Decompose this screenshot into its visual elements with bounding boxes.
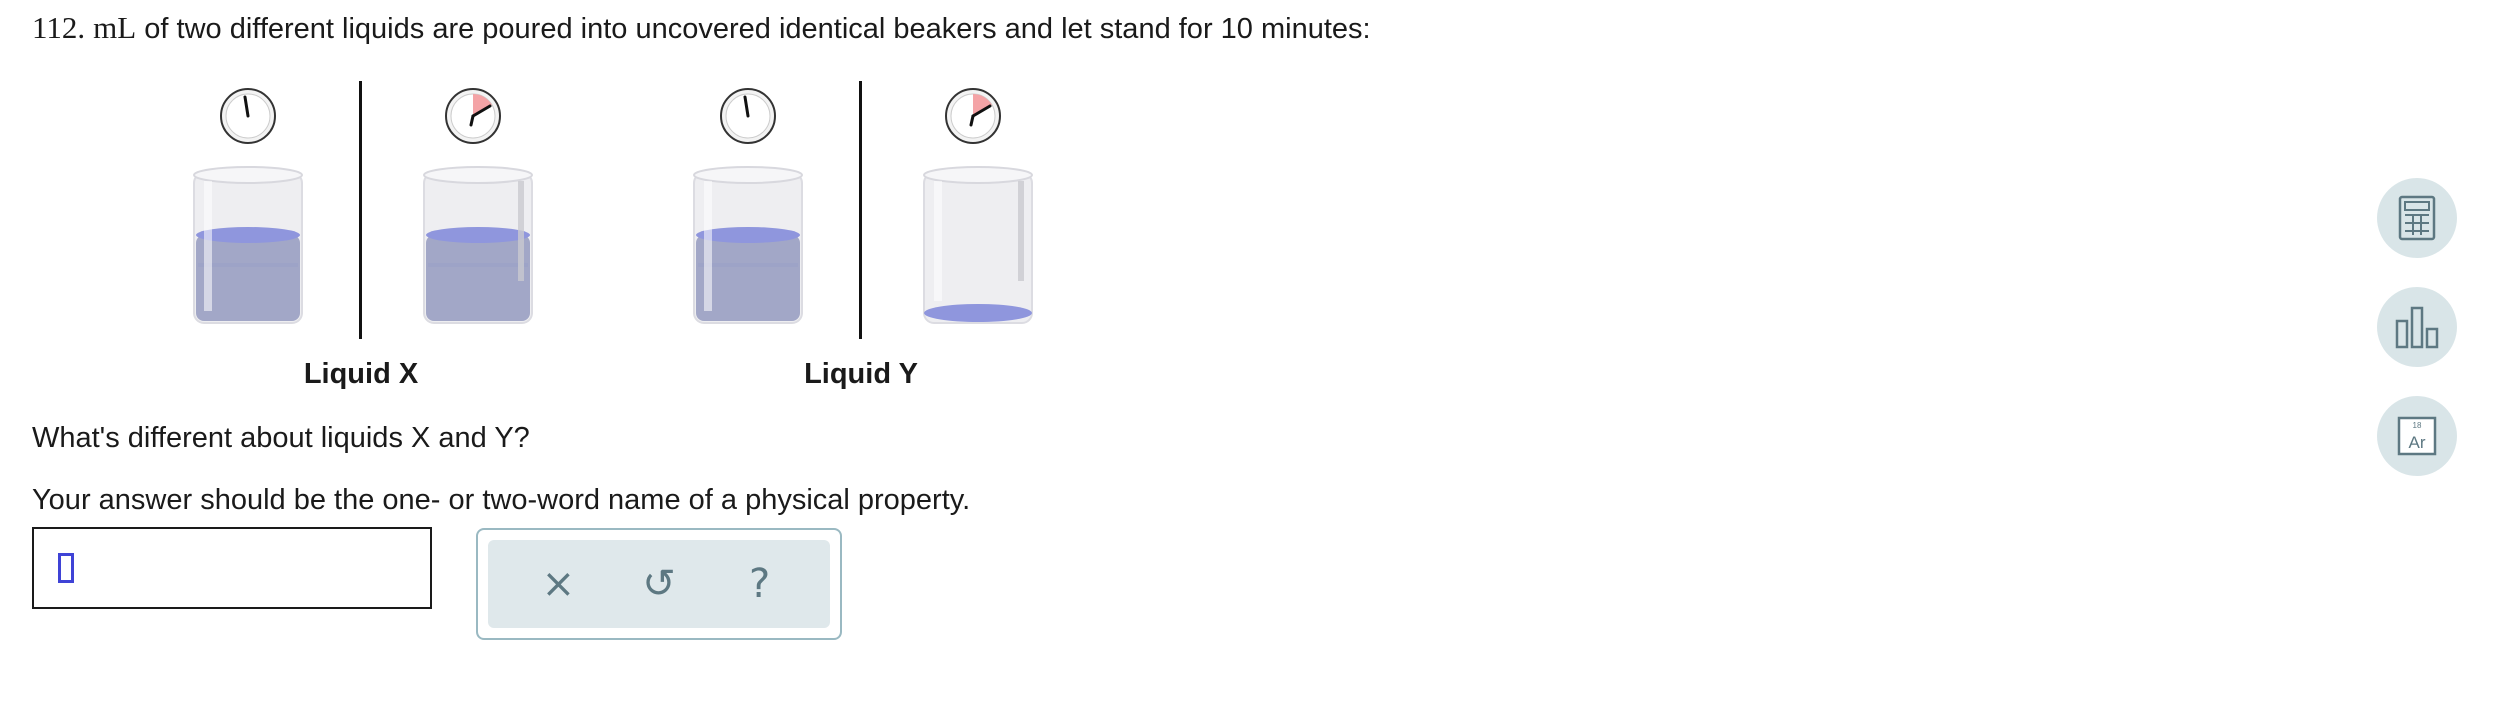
calculator-button[interactable] [2377, 178, 2457, 258]
experiment-figure: Liquid X Liquid Y [170, 75, 1070, 395]
clear-button[interactable]: × [526, 552, 590, 616]
volume-unit: mL [93, 10, 137, 45]
question-prompt: What's different about liquids X and Y? [32, 422, 530, 454]
clock-start-icon [719, 87, 777, 145]
liquid-y-label: Liquid Y [804, 358, 918, 390]
liquid-y-panel: Liquid Y [670, 75, 1130, 395]
answer-toolbar: × ↺ ? [476, 528, 842, 640]
beaker-before [188, 163, 308, 331]
element-symbol: Ar [2409, 433, 2426, 452]
help-icon: ? [749, 561, 771, 607]
question-text: 112. mL of two different liquids are pou… [32, 10, 1371, 46]
question-body: of two different liquids are poured into… [144, 13, 1371, 45]
undo-icon: ↺ [642, 561, 676, 607]
beaker-after [918, 163, 1038, 331]
atomic-number: 18 [2413, 421, 2422, 430]
periodic-table-icon: 18 Ar [2397, 416, 2437, 456]
data-analysis-button[interactable] [2377, 287, 2457, 367]
answer-instructions: Your answer should be the one- or two-wo… [32, 484, 971, 516]
clock-end-icon [944, 87, 1002, 145]
divider-line [359, 81, 362, 339]
clock-start-icon [219, 87, 277, 145]
question-number: 112. [32, 10, 86, 45]
help-button[interactable]: ? [728, 552, 792, 616]
clock-end-icon [444, 87, 502, 145]
answer-input[interactable] [32, 527, 432, 609]
liquid-x-panel: Liquid X [170, 75, 630, 395]
beaker-after [418, 163, 538, 331]
divider-line [859, 81, 862, 339]
close-icon: × [541, 561, 576, 607]
periodic-table-button[interactable]: 18 Ar [2377, 396, 2457, 476]
bar-chart-icon [2395, 306, 2439, 349]
input-cursor [58, 553, 74, 583]
liquid-x-label: Liquid X [303, 358, 419, 390]
beaker-before [688, 163, 808, 331]
undo-button[interactable]: ↺ [627, 552, 691, 616]
calculator-icon [2398, 195, 2436, 241]
